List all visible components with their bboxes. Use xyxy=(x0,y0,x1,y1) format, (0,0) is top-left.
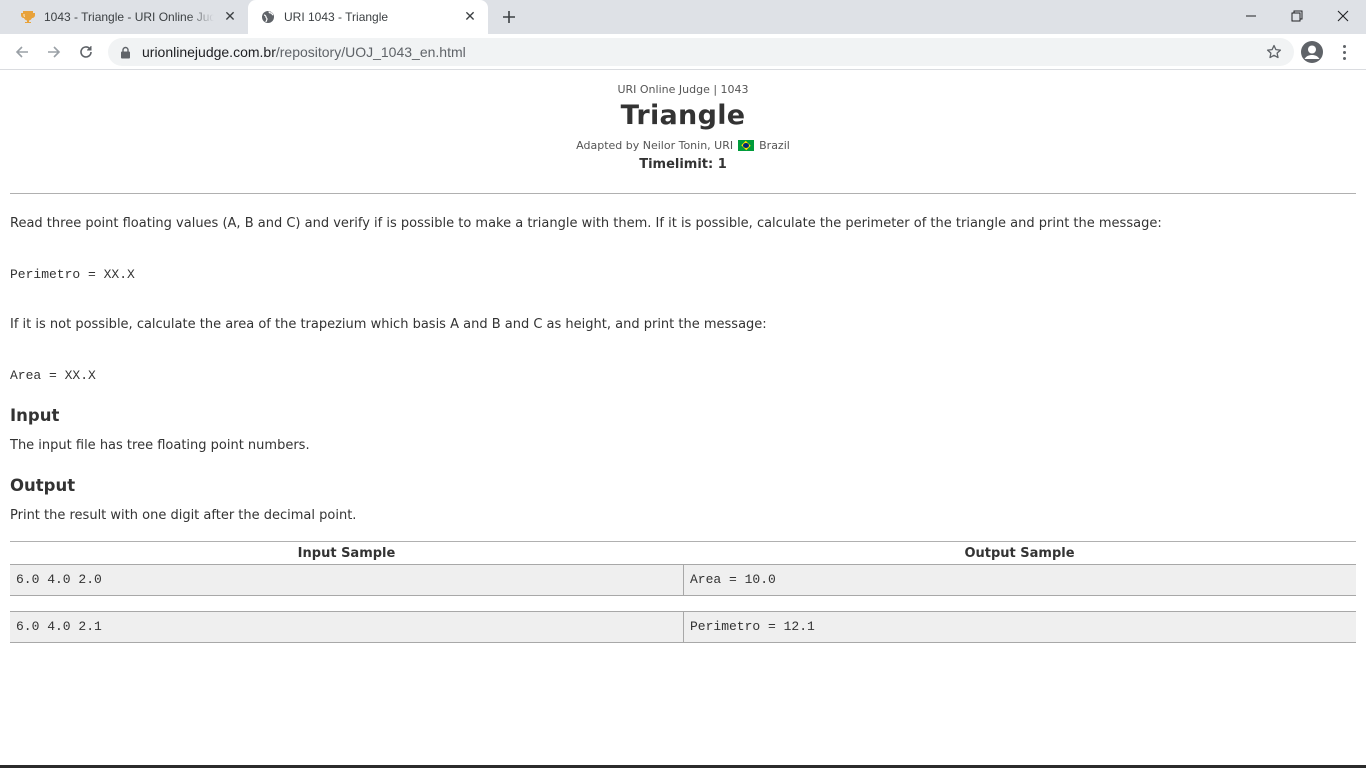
page-content: URI Online Judge | 1043 Triangle Adapted… xyxy=(0,71,1366,768)
new-tab-icon[interactable] xyxy=(498,6,520,28)
site-label: URI Online Judge | 1043 xyxy=(617,83,749,96)
tab-title: 1043 - Triangle - URI Online Judge xyxy=(44,10,214,24)
code-area: Area = XX.X xyxy=(10,368,96,383)
output-sample-header: Output Sample xyxy=(964,546,1075,561)
sample-output: Area = 10.0 xyxy=(683,565,1356,595)
author-text: Adapted by Neilor Tonin, URI xyxy=(576,139,734,152)
input-heading: Input xyxy=(10,406,60,425)
minimize-icon[interactable] xyxy=(1228,0,1274,32)
tab-uri-1043[interactable]: URI 1043 - Triangle ✕ xyxy=(248,0,488,34)
browser-chrome: 1043 - Triangle - URI Online Judge ✕ URI… xyxy=(0,0,1366,70)
code-perimetro: Perimetro = XX.X xyxy=(10,267,135,282)
sample-row: 6.0 4.0 2.0 Area = 10.0 xyxy=(10,564,1356,596)
sample-input: 6.0 4.0 2.0 xyxy=(16,572,102,587)
output-heading: Output xyxy=(10,476,76,495)
close-icon[interactable]: ✕ xyxy=(460,7,480,27)
brazil-flag-icon xyxy=(738,140,755,151)
globe-icon xyxy=(260,9,276,25)
trophy-icon xyxy=(20,9,36,25)
tab-strip: 1043 - Triangle - URI Online Judge ✕ URI… xyxy=(0,0,1366,34)
samples-header: Input Sample Output Sample xyxy=(10,541,1356,564)
author-line: Adapted by Neilor Tonin, URI Brazil xyxy=(0,139,1366,152)
input-sample-header: Input Sample xyxy=(297,546,396,561)
url-path: /repository/UOJ_1043_en.html xyxy=(275,44,466,60)
input-text: The input file has tree floating point n… xyxy=(10,438,310,453)
bookmark-star-icon[interactable] xyxy=(1266,44,1282,60)
tab-uri-problem[interactable]: 1043 - Triangle - URI Online Judge ✕ xyxy=(8,0,248,34)
divider xyxy=(10,193,1356,194)
window-close-icon[interactable] xyxy=(1320,0,1366,32)
tab-title: URI 1043 - Triangle xyxy=(284,10,389,24)
address-bar[interactable]: urionlinejudge.com.br/repository/UOJ_104… xyxy=(108,38,1294,66)
profile-avatar-icon[interactable] xyxy=(1300,40,1324,64)
timelimit: Timelimit: 1 xyxy=(639,157,727,172)
output-text: Print the result with one digit after th… xyxy=(10,508,357,523)
description-paragraph-2: If it is not possible, calculate the are… xyxy=(10,317,767,332)
sample-output: Perimetro = 12.1 xyxy=(683,612,1356,642)
browser-toolbar: urionlinejudge.com.br/repository/UOJ_104… xyxy=(0,34,1366,70)
menu-kebab-icon[interactable] xyxy=(1334,40,1354,64)
page-title: Triangle xyxy=(620,100,746,131)
restore-icon[interactable] xyxy=(1274,0,1320,32)
lock-icon[interactable] xyxy=(118,45,132,59)
description-paragraph-1: Read three point floating values (A, B a… xyxy=(10,216,1162,231)
url-host: urionlinejudge.com.br xyxy=(142,44,276,60)
forward-icon[interactable] xyxy=(40,38,68,66)
reload-icon[interactable] xyxy=(72,38,100,66)
country-text: Brazil xyxy=(759,139,790,152)
close-icon[interactable]: ✕ xyxy=(220,7,240,27)
url-text: urionlinejudge.com.br/repository/UOJ_104… xyxy=(142,44,466,60)
back-icon[interactable] xyxy=(8,38,36,66)
sample-row: 6.0 4.0 2.1 Perimetro = 12.1 xyxy=(10,611,1356,643)
sample-input: 6.0 4.0 2.1 xyxy=(16,619,102,634)
